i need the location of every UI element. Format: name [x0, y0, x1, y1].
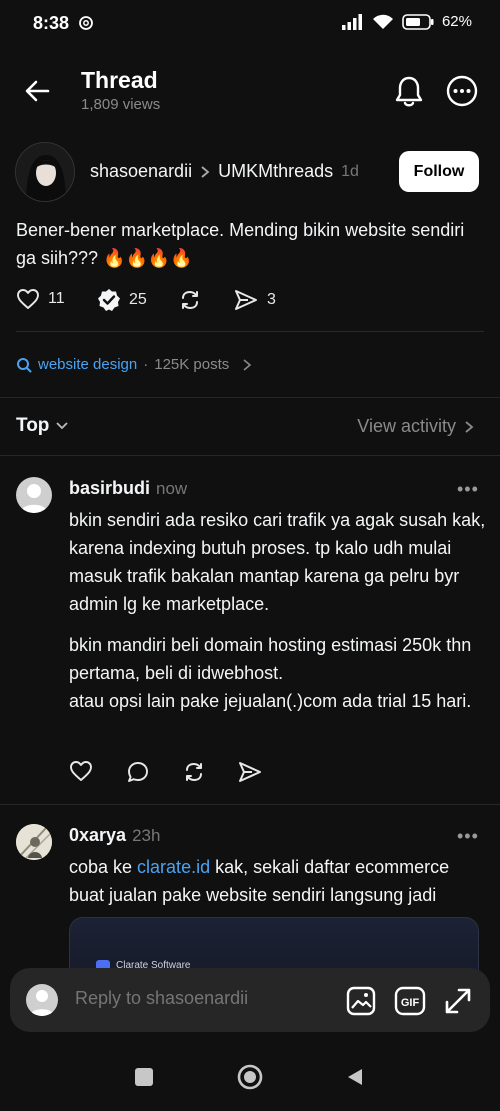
status-time: 8:38 [33, 13, 70, 33]
post-author-line: shasoenardii UMKMthreads 1d [90, 161, 359, 182]
post-text: Bener-bener marketplace. Mending bikin w… [16, 220, 465, 268]
reply-input[interactable] [75, 988, 335, 1009]
battery-icon [402, 13, 434, 30]
page-title: Thread [81, 67, 158, 93]
back-triangle-icon[interactable] [345, 1067, 365, 1087]
reply-text: bkin sendiri ada resiko cari trafik ya a… [69, 510, 486, 614]
bell-icon[interactable] [393, 74, 425, 108]
avatar[interactable] [15, 142, 75, 202]
reply-more-button[interactable]: ••• [457, 479, 479, 500]
expand-icon[interactable] [442, 985, 474, 1017]
reply-username[interactable]: 0xarya [69, 825, 126, 846]
divider [16, 331, 484, 332]
recents-button[interactable] [135, 1068, 153, 1086]
reply-time: now [156, 479, 188, 498]
verified-check-icon [98, 289, 120, 311]
reply-header: 0xarya 23h [69, 825, 160, 846]
arrow-left-icon[interactable] [22, 76, 58, 106]
repost-icon[interactable] [182, 760, 206, 784]
reply-time: 23h [132, 826, 161, 845]
heart-icon[interactable] [69, 760, 93, 782]
search-icon [17, 357, 32, 372]
send-icon [235, 290, 257, 310]
status-right-group: 62% [341, 13, 472, 30]
chevron-right-icon [465, 420, 474, 433]
reply-header: basirbudi now [69, 478, 187, 499]
chevron-right-icon [243, 358, 252, 371]
topic-link[interactable]: website design [38, 356, 137, 373]
topic-row[interactable]: website design · 125K posts [16, 356, 253, 373]
avatar[interactable] [16, 477, 52, 513]
view-count: 1,809 views [81, 96, 161, 113]
topic-post-count: 125K posts [154, 356, 230, 373]
post-username[interactable]: shasoenardii [90, 161, 192, 182]
share-button[interactable]: 3 [233, 288, 276, 312]
signal-icon [341, 13, 362, 30]
image-icon[interactable] [345, 985, 377, 1017]
reply-text: coba ke clarate.id kak, sekali daftar ec… [69, 853, 489, 909]
avatar[interactable] [16, 824, 52, 860]
battery-percent: 62% [441, 13, 472, 30]
avatar [26, 984, 58, 1016]
repost-button[interactable]: 25 [97, 288, 147, 312]
repost-icon [182, 291, 198, 309]
view-activity-link[interactable]: View activity [357, 416, 474, 437]
reply-text: atau opsi lain pake jejualan(.)com ada t… [69, 691, 472, 711]
topic-separator: · [143, 356, 149, 373]
refresh-button[interactable] [178, 288, 202, 312]
chevron-down-icon [56, 422, 69, 430]
heart-icon [17, 289, 39, 309]
threads-status-icon [78, 15, 94, 31]
reply-more-button[interactable]: ••• [457, 826, 479, 847]
reply-username[interactable]: basirbudi [69, 478, 150, 499]
repost-count: 25 [129, 291, 147, 308]
like-count: 11 [48, 290, 65, 307]
reply-text: bkin mandiri beli domain hosting estimas… [69, 635, 472, 683]
sort-label: Top [16, 415, 50, 436]
section-divider [0, 455, 500, 456]
reply-text-part: coba ke [69, 857, 138, 877]
view-activity-label: View activity [357, 416, 456, 436]
community-name[interactable]: UMKMthreads [218, 161, 333, 182]
section-divider [0, 397, 500, 398]
comment-icon[interactable] [126, 760, 150, 784]
home-button[interactable] [237, 1064, 263, 1090]
gif-icon[interactable]: GIF [394, 985, 426, 1017]
share-count: 3 [267, 291, 276, 308]
wifi-icon [372, 14, 393, 29]
follow-button[interactable]: Follow [399, 151, 479, 192]
sort-dropdown[interactable]: Top [16, 415, 69, 437]
svg-text:GIF: GIF [401, 997, 420, 1009]
like-button[interactable]: 11 [16, 288, 65, 310]
reply-link[interactable]: clarate.id [137, 857, 210, 877]
more-circle-icon[interactable] [445, 74, 479, 108]
section-divider [0, 804, 500, 805]
chevron-right-icon [200, 165, 210, 179]
post-time: 1d [341, 162, 359, 180]
send-icon[interactable] [237, 760, 263, 784]
